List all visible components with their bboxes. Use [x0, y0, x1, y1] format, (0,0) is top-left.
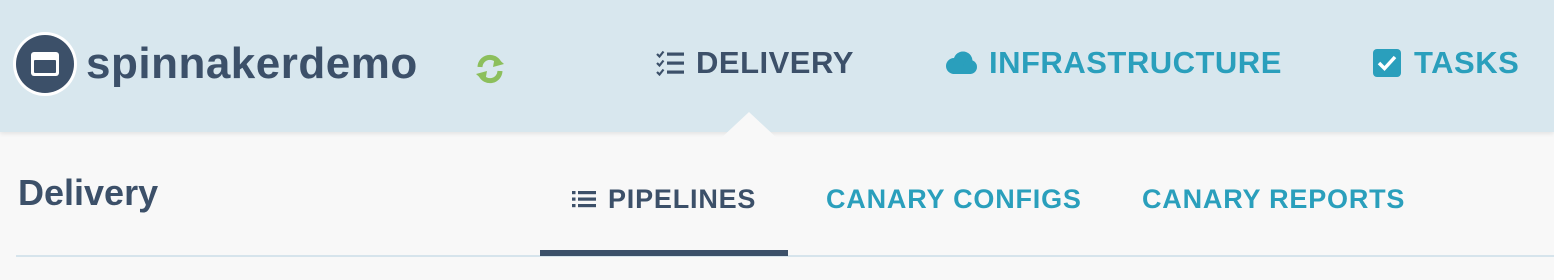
nav-delivery[interactable]: DELIVERY [656, 40, 854, 86]
nav-infrastructure[interactable]: INFRASTRUCTURE [944, 40, 1282, 86]
tab-canary-reports[interactable]: CANARY REPORTS [1142, 176, 1405, 222]
active-nav-caret [719, 112, 779, 140]
window-icon [31, 52, 59, 76]
app-icon[interactable] [16, 35, 74, 93]
nav-infrastructure-label: INFRASTRUCTURE [989, 45, 1282, 80]
page-title: Delivery [18, 172, 159, 213]
checklist-icon [656, 50, 684, 76]
refresh-icon[interactable] [473, 52, 507, 86]
nav-tasks[interactable]: TASKS [1372, 40, 1519, 86]
tab-pipelines-label: PIPELINES [608, 183, 757, 214]
checkbox-icon [1373, 49, 1401, 77]
tab-pipelines[interactable]: PIPELINES [572, 176, 756, 222]
nav-delivery-label: DELIVERY [696, 45, 854, 80]
app-name[interactable]: spinnakerdemo [86, 38, 418, 90]
list-icon [572, 191, 596, 208]
cloud-icon [946, 51, 977, 74]
active-tab-indicator [540, 250, 788, 256]
nav-tasks-label: TASKS [1414, 45, 1520, 80]
tab-canary-configs[interactable]: CANARY CONFIGS [826, 176, 1082, 222]
tab-canary-configs-label: CANARY CONFIGS [826, 183, 1082, 214]
tab-canary-reports-label: CANARY REPORTS [1142, 183, 1406, 214]
